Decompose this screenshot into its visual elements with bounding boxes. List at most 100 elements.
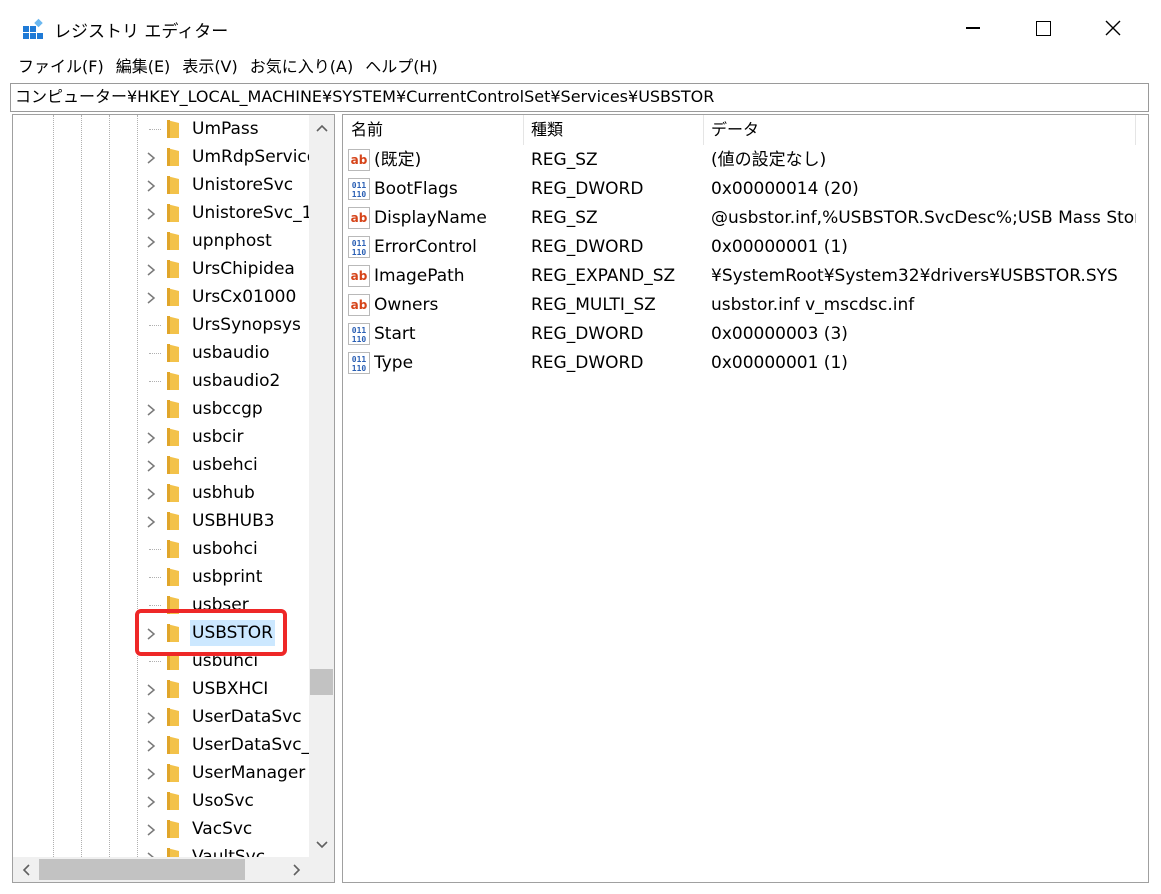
tree-item-unistoresvc-19[interactable]: UnistoreSvc_19 [13, 199, 309, 227]
tree-item-usbhub[interactable]: usbhub [13, 479, 309, 507]
tree-item-vacsvc[interactable]: VacSvc [13, 815, 309, 843]
scroll-up-button[interactable] [309, 115, 334, 140]
expand-chevron-icon[interactable] [144, 178, 158, 192]
scroll-corner [309, 857, 334, 882]
expand-chevron-icon[interactable] [144, 682, 158, 696]
expand-chevron-icon[interactable] [144, 206, 158, 220]
expand-chevron-icon[interactable] [144, 514, 158, 528]
expand-chevron-icon[interactable] [144, 738, 158, 752]
scroll-down-button[interactable] [309, 832, 334, 857]
tree-item-usbaudio[interactable]: usbaudio [13, 339, 309, 367]
expand-chevron-icon[interactable] [144, 430, 158, 444]
tree-item-label: UmRdpService [192, 147, 309, 167]
value-row-default[interactable]: ab (既定) REG_SZ (値の設定なし) [343, 146, 1148, 175]
tree-item-usermanager[interactable]: UserManager [13, 759, 309, 787]
scroll-left-button[interactable] [13, 857, 38, 882]
list-header: 名前 種類 データ [343, 115, 1148, 145]
expand-chevron-icon[interactable] [144, 766, 158, 780]
tree-item-label: UmPass [192, 119, 259, 139]
expand-chevron-icon[interactable] [144, 290, 158, 304]
value-row-displayname[interactable]: ab DisplayName REG_SZ @usbstor.inf,%USBSTOR… [343, 204, 1148, 233]
folder-icon [166, 511, 180, 531]
maximize-icon [1035, 20, 1051, 36]
expand-chevron-icon[interactable] [144, 234, 158, 248]
tree-item-usbhub3[interactable]: USBHUB3 [13, 507, 309, 535]
expand-chevron-icon[interactable] [144, 850, 158, 857]
expand-chevron-icon[interactable] [144, 150, 158, 164]
folder-icon [166, 287, 180, 307]
close-button[interactable] [1078, 0, 1148, 56]
value-type: REG_DWORD [531, 353, 644, 373]
tree-item-urssynopsys[interactable]: UrsSynopsys [13, 311, 309, 339]
selection-highlight-outline [135, 609, 287, 656]
tree-item-vaultsvc[interactable]: VaultSvc [13, 843, 309, 857]
tree-item-urschipidea[interactable]: UrsChipidea [13, 255, 309, 283]
tree-item-umpass[interactable]: UmPass [13, 115, 309, 143]
folder-icon [166, 399, 180, 419]
tree-item-usbaudio2[interactable]: usbaudio2 [13, 367, 309, 395]
vertical-scroll-thumb[interactable] [310, 669, 333, 695]
value-row-owners[interactable]: ab Owners REG_MULTI_SZ usbstor.inf v_mscdsc… [343, 291, 1148, 320]
value-row-bootflags[interactable]: 011 110 BootFlags REG_DWORD 0x00000014 (20) [343, 175, 1148, 204]
column-header-name[interactable]: 名前 [343, 115, 523, 145]
tree-item-label: usbhub [192, 483, 255, 503]
tree-item-umrdpservice[interactable]: UmRdpService [13, 143, 309, 171]
value-row-start[interactable]: 011 110 Start REG_DWORD 0x00000003 (3) [343, 320, 1148, 349]
tree-item-usbcir[interactable]: usbcir [13, 423, 309, 451]
title-bar[interactable]: レジストリ エディター [0, 0, 1161, 56]
value-row-imagepath[interactable]: ab ImagePath REG_EXPAND_SZ ¥SystemRoot¥Syst… [343, 262, 1148, 291]
column-header-data[interactable]: データ [703, 115, 1135, 145]
tree-item-usosvc[interactable]: UsoSvc [13, 787, 309, 815]
value-name: (既定) [374, 150, 422, 170]
value-row-errorcontrol[interactable]: 011 110 ErrorControl REG_DWORD 0x00000001 (1… [343, 233, 1148, 262]
string-value-icon: ab [348, 294, 370, 316]
tree-item-urscx01000[interactable]: UrsCx01000 [13, 283, 309, 311]
folder-icon [166, 679, 180, 699]
expand-chevron-icon[interactable] [144, 402, 158, 416]
tree-item-upnphost[interactable]: upnphost [13, 227, 309, 255]
value-data: ¥SystemRoot¥System32¥drivers¥USBSTOR.SYS [711, 266, 1118, 286]
folder-icon [166, 539, 180, 559]
tree-item-usbohci[interactable]: usbohci [13, 535, 309, 563]
folder-icon [166, 455, 180, 475]
svg-text:110: 110 [352, 364, 367, 373]
folder-icon [166, 427, 180, 447]
tree-item-usbehci[interactable]: usbehci [13, 451, 309, 479]
tree-vertical-scrollbar[interactable] [309, 115, 334, 857]
expand-chevron-icon[interactable] [144, 710, 158, 724]
scroll-right-button[interactable] [284, 857, 309, 882]
value-row-type[interactable]: 011 110 Type REG_DWORD 0x00000001 (1) [343, 349, 1148, 378]
svg-text:011: 011 [352, 355, 367, 364]
expand-chevron-icon[interactable] [144, 822, 158, 836]
tree-item-usbccgp[interactable]: usbccgp [13, 395, 309, 423]
tree-item-userdatasvc-19[interactable]: UserDataSvc_19 [13, 731, 309, 759]
chevron-down-icon [315, 840, 328, 848]
horizontal-scroll-thumb[interactable] [39, 859, 245, 880]
registry-app-icon [22, 18, 44, 40]
tree-item-label: usbccgp [192, 399, 263, 419]
menu-edit[interactable]: 編集(E) [110, 56, 177, 80]
column-separator[interactable] [1135, 115, 1136, 145]
tree-horizontal-scrollbar[interactable] [13, 857, 309, 882]
minimize-button[interactable] [938, 0, 1008, 56]
column-header-type[interactable]: 種類 [523, 115, 703, 145]
tree-connector [149, 325, 161, 326]
value-name: BootFlags [374, 179, 458, 199]
menu-file[interactable]: ファイル(F) [12, 56, 110, 80]
tree-item-usbxhci[interactable]: USBXHCI [13, 675, 309, 703]
tree-item-usbprint[interactable]: usbprint [13, 563, 309, 591]
menu-favorites[interactable]: お気に入り(A) [244, 56, 359, 80]
value-name: Owners [374, 295, 439, 315]
menu-help[interactable]: ヘルプ(H) [359, 56, 444, 80]
binary-value-icon: 011 110 [348, 178, 370, 200]
maximize-button[interactable] [1008, 0, 1078, 56]
menu-view[interactable]: 表示(V) [176, 56, 243, 80]
tree-item-userdatasvc[interactable]: UserDataSvc [13, 703, 309, 731]
tree-item-label: upnphost [192, 231, 272, 251]
tree-item-unistoresvc[interactable]: UnistoreSvc [13, 171, 309, 199]
expand-chevron-icon[interactable] [144, 458, 158, 472]
address-bar[interactable]: コンピューター¥HKEY_LOCAL_MACHINE¥SYSTEM¥Curren… [10, 83, 1149, 112]
expand-chevron-icon[interactable] [144, 794, 158, 808]
expand-chevron-icon[interactable] [144, 262, 158, 276]
expand-chevron-icon[interactable] [144, 486, 158, 500]
